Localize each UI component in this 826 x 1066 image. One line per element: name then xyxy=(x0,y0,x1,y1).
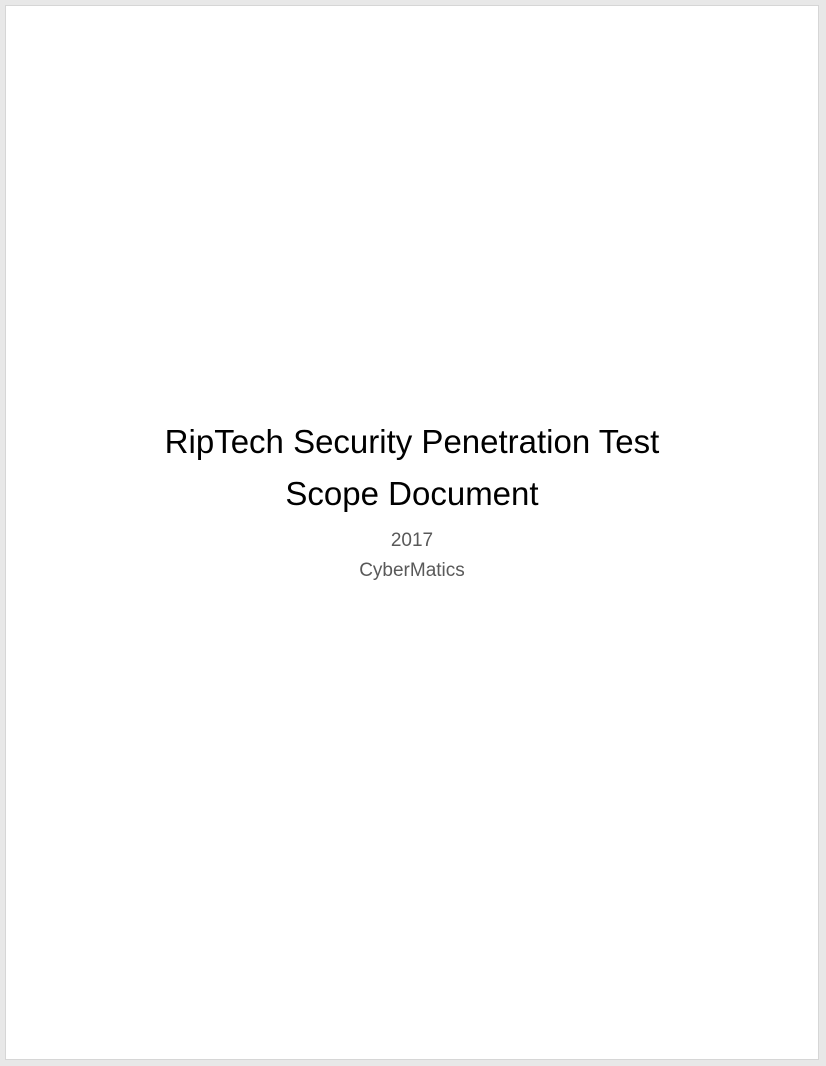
document-year: 2017 xyxy=(390,530,434,551)
document-company: CyberMatics xyxy=(359,560,465,581)
cover-title-block: RipTech Security Penetration Test Scope … xyxy=(6,416,818,586)
document-title-line-2: Scope Document xyxy=(285,475,539,512)
document-title-line-1: RipTech Security Penetration Test xyxy=(164,423,660,460)
document-page: RipTech Security Penetration Test Scope … xyxy=(5,5,819,1060)
